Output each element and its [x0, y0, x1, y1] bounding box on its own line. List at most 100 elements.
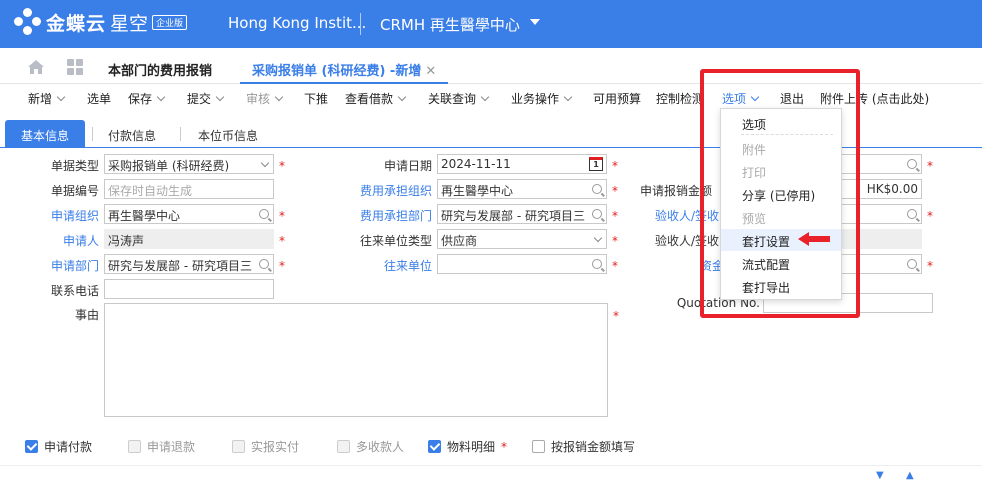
subtab-base-currency[interactable]: 本位币信息: [198, 120, 258, 148]
checkbox-label: 申请付款: [44, 440, 93, 454]
cost-dept-label[interactable]: 费用承担部门: [345, 207, 432, 224]
close-icon[interactable]: ✕: [425, 64, 436, 79]
required-mark: *: [612, 184, 618, 198]
collapse-up-icon[interactable]: ▲: [906, 470, 914, 481]
doc-no-placeholder: 保存时自动生成: [108, 184, 193, 198]
business-ops-button[interactable]: 业务操作: [511, 90, 573, 107]
calendar-icon[interactable]: 1: [589, 157, 603, 171]
apply-org-field[interactable]: 再生醫學中心: [104, 204, 274, 224]
apply-dept-field[interactable]: 研究与发展部 - 研究項目三: [104, 254, 274, 274]
checkbox-checked-icon[interactable]: [428, 440, 441, 453]
brand-sub: 星空: [110, 12, 149, 35]
checkbox-label: 物料明细: [447, 440, 496, 454]
search-icon[interactable]: [907, 259, 917, 269]
caret-down-icon[interactable]: [530, 19, 540, 25]
search-icon[interactable]: [259, 259, 269, 269]
required-mark: *: [279, 259, 285, 273]
checkbox-fill-by-amount[interactable]: 按报销金额填写: [532, 438, 635, 455]
search-icon[interactable]: [592, 184, 602, 194]
apps-grid-icon[interactable]: [67, 59, 83, 75]
checkbox-unchecked-icon[interactable]: [128, 440, 141, 453]
cost-dept-field[interactable]: 研究与发展部 - 研究項目三: [437, 204, 607, 224]
new-button[interactable]: 新增: [28, 90, 66, 107]
apply-date-field[interactable]: 2024-11-11 1: [437, 154, 607, 174]
search-icon[interactable]: [592, 209, 602, 219]
checkbox-unchecked-icon[interactable]: [232, 440, 245, 453]
related-query-button[interactable]: 关联查询: [428, 90, 490, 107]
checkbox-multi-payee[interactable]: 多收款人: [337, 438, 404, 455]
select-button[interactable]: 选单: [87, 90, 111, 107]
doc-type-select[interactable]: 采购报销单 (科研经费): [104, 154, 274, 174]
top-bar: 金蝶云 星空 企业版 Hong Kong Instit... CRMH 再生醫學…: [0, 0, 982, 48]
chevron-down-icon: [593, 233, 603, 243]
checkbox-unchecked-icon[interactable]: [337, 440, 350, 453]
applicant-field: 冯涛声: [104, 229, 274, 249]
checkbox-unchecked-icon[interactable]: [532, 440, 545, 453]
checkbox-actual-payment[interactable]: 实报实付: [232, 438, 299, 455]
partner-label[interactable]: 往来单位: [345, 257, 432, 274]
checkbox-checked-icon[interactable]: [25, 440, 38, 453]
audit-button-label: 审核: [246, 92, 271, 106]
tab-purchase-claim[interactable]: 采购报销单 (科研经费) -新增 ✕: [240, 48, 449, 84]
search-icon[interactable]: [907, 159, 917, 169]
phone-field[interactable]: [104, 279, 274, 299]
chevron-down-icon: [397, 92, 407, 102]
tab-expense-list[interactable]: 本部门的费用报销: [108, 60, 212, 79]
doc-no-field[interactable]: 保存时自动生成: [104, 179, 274, 199]
applicant-value: 冯涛声: [108, 234, 145, 248]
related-query-button-label: 关联查询: [428, 92, 477, 106]
applicant-label[interactable]: 申请人: [30, 232, 99, 249]
apply-dept-label[interactable]: 申请部门: [30, 257, 99, 274]
partner-type-select[interactable]: 供应商: [437, 229, 607, 249]
view-borrow-button[interactable]: 查看借款: [345, 90, 407, 107]
dept-selector[interactable]: CRMH 再生醫學中心: [380, 14, 520, 35]
required-mark: *: [279, 159, 285, 173]
checkbox-label: 按报销金额填写: [551, 440, 636, 454]
search-icon[interactable]: [259, 209, 269, 219]
cost-org-label[interactable]: 费用承担组织: [345, 182, 432, 199]
search-icon[interactable]: [907, 209, 917, 219]
subtab-basic-info[interactable]: 基本信息: [5, 120, 85, 148]
highlight-box: [700, 69, 860, 318]
submit-button[interactable]: 提交: [187, 90, 225, 107]
required-mark: *: [927, 259, 933, 273]
reason-textarea[interactable]: [104, 303, 608, 417]
org-selector[interactable]: Hong Kong Instit...: [228, 14, 366, 32]
audit-button[interactable]: 审核: [246, 90, 284, 107]
collapse-down-icon[interactable]: ▼: [876, 470, 884, 481]
home-icon[interactable]: [27, 59, 45, 75]
cost-org-field[interactable]: 再生醫學中心: [437, 179, 607, 199]
subtab-payment-info[interactable]: 付款信息: [108, 120, 156, 148]
required-mark: *: [613, 309, 619, 323]
control-check-button[interactable]: 控制检测: [656, 90, 704, 107]
push-button[interactable]: 下推: [304, 90, 328, 107]
view-borrow-button-label: 查看借款: [345, 92, 394, 106]
doc-type-label: 单据类型: [50, 159, 99, 173]
kingdee-logo-icon: [14, 8, 42, 36]
checkbox-apply-payment[interactable]: 申请付款: [25, 438, 92, 455]
brand-name: 金蝶云: [46, 12, 107, 35]
chevron-down-icon: [156, 92, 166, 102]
submit-button-label: 提交: [187, 92, 212, 106]
cost-org-value: 再生醫學中心: [441, 184, 514, 198]
doc-no-label: 单据编号: [50, 184, 99, 198]
partner-type-value: 供应商: [441, 234, 478, 248]
chevron-down-icon: [563, 92, 573, 102]
new-button-label: 新增: [28, 92, 53, 106]
edition-badge: 企业版: [152, 14, 188, 30]
partner-field[interactable]: [437, 254, 607, 274]
required-mark: *: [612, 234, 618, 248]
apply-org-label[interactable]: 申请组织: [30, 207, 99, 224]
checkbox-material-detail[interactable]: 物料明细 *: [428, 438, 507, 455]
cost-dept-value: 研究与发展部 - 研究項目三: [441, 209, 585, 223]
checkbox-label: 申请退款: [147, 440, 196, 454]
chevron-down-icon: [274, 92, 284, 102]
available-budget-button[interactable]: 可用预算: [593, 90, 641, 107]
checkbox-apply-refund[interactable]: 申请退款: [128, 438, 195, 455]
app-logo[interactable]: 金蝶云 星空 企业版: [14, 8, 188, 36]
footer-divider: [0, 465, 982, 466]
business-ops-button-label: 业务操作: [511, 92, 560, 106]
required-mark: *: [612, 159, 618, 173]
search-icon[interactable]: [592, 259, 602, 269]
save-button[interactable]: 保存: [128, 90, 166, 107]
